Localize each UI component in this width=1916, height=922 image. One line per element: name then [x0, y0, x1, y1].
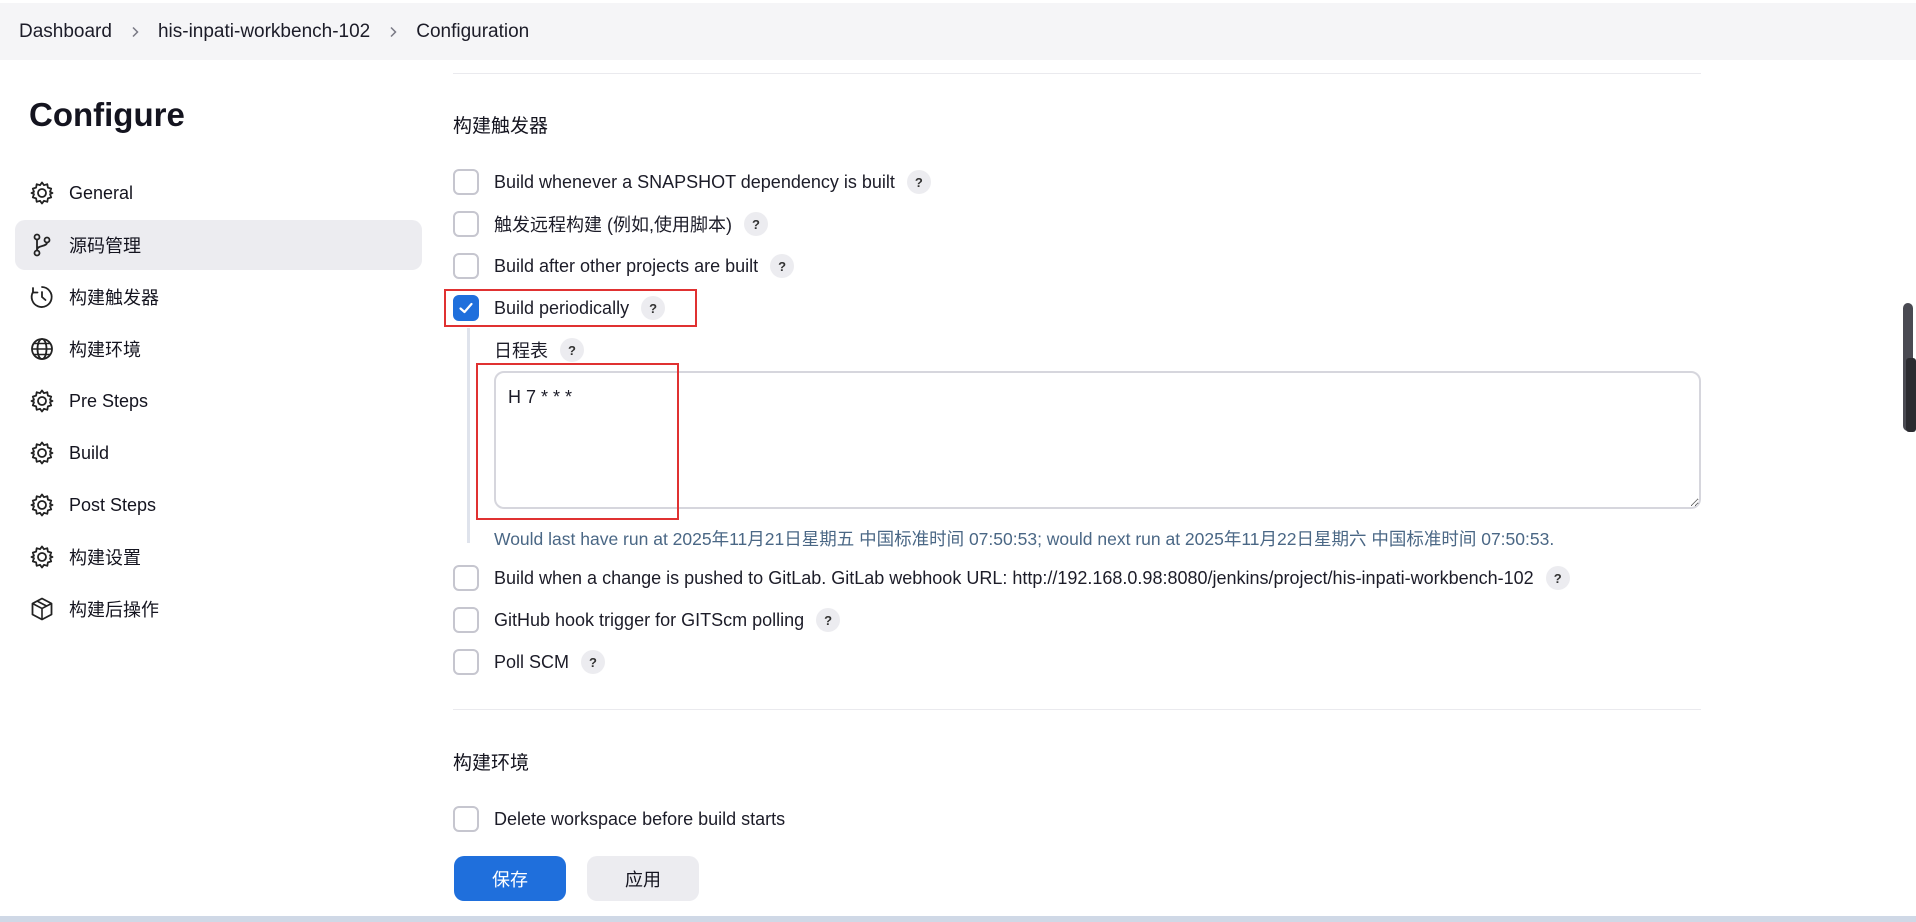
- gear-icon: [29, 180, 55, 206]
- sidebar-item-post-build[interactable]: 构建后操作: [15, 584, 422, 634]
- env-delete-workspace: Delete workspace before build starts: [453, 806, 785, 832]
- trigger-poll-scm: Poll SCM ?: [453, 649, 606, 675]
- option-label: GitHub hook trigger for GITScm polling: [494, 609, 805, 630]
- sidebar-item-label: Build: [69, 442, 110, 463]
- section-divider: [453, 73, 1701, 74]
- help-icon[interactable]: ?: [1545, 566, 1570, 590]
- trigger-gitlab-push: Build when a change is pushed to GitLab.…: [453, 565, 1570, 591]
- sidebar-item-label: 构建设置: [69, 548, 141, 568]
- sidebar-item-post-steps[interactable]: Post Steps: [15, 480, 422, 530]
- sidebar-item-scm[interactable]: 源码管理: [15, 220, 422, 270]
- save-button[interactable]: 保存: [454, 856, 566, 901]
- checkbox-snapshot-dependency[interactable]: [453, 169, 479, 195]
- help-icon[interactable]: ?: [744, 212, 768, 236]
- sidebar-nav: General 源码管理 构建触发器 构建环境 Pre Steps Build: [15, 168, 422, 636]
- sidebar-item-label: Post Steps: [69, 494, 157, 515]
- annotation-highlight-box: [444, 289, 697, 327]
- section-divider: [453, 709, 1701, 710]
- help-icon[interactable]: ?: [906, 170, 931, 194]
- branch-icon: [29, 232, 55, 258]
- help-icon[interactable]: ?: [560, 338, 584, 362]
- option-label: 触发远程构建 (例如,使用脚本): [494, 215, 732, 235]
- sidebar-item-label: Pre Steps: [69, 390, 149, 411]
- sidebar-item-label: 构建触发器: [69, 288, 159, 308]
- gear-icon: [29, 544, 55, 570]
- schedule-label: 日程表 ?: [494, 337, 584, 363]
- section-title-environment: 构建环境: [453, 753, 530, 774]
- checkbox-poll-scm[interactable]: [453, 649, 479, 675]
- trigger-snapshot-dependency: Build whenever a SNAPSHOT dependency is …: [453, 169, 931, 195]
- checkbox-delete-workspace[interactable]: [453, 806, 479, 832]
- globe-icon: [29, 336, 55, 362]
- checkbox-after-other-projects[interactable]: [453, 253, 479, 279]
- option-label: Build whenever a SNAPSHOT dependency is …: [494, 171, 895, 192]
- help-icon[interactable]: ?: [816, 608, 841, 632]
- schedule-hint: Would last have run at 2025年11月21日星期五 中国…: [494, 529, 1555, 549]
- checkbox-remote-build[interactable]: [453, 211, 479, 237]
- apply-button[interactable]: 应用: [587, 856, 699, 901]
- gear-icon: [29, 388, 55, 414]
- sidebar-item-triggers[interactable]: 构建触发器: [15, 272, 422, 322]
- clock-icon: [29, 284, 55, 310]
- option-label: Build after other projects are built: [494, 255, 759, 276]
- sidebar-item-pre-steps[interactable]: Pre Steps: [15, 376, 422, 426]
- sidebar-item-environment[interactable]: 构建环境: [15, 324, 422, 374]
- schedule-indent-bar: [467, 328, 470, 543]
- sidebar-item-label: 构建后操作: [69, 600, 159, 620]
- breadcrumb: Dashboard his-inpati-workbench-102 Confi…: [0, 3, 1916, 60]
- page-title: Configure: [29, 96, 185, 133]
- breadcrumb-configuration[interactable]: Configuration: [416, 21, 529, 43]
- gear-icon: [29, 492, 55, 518]
- sidebar-item-label: 构建环境: [69, 340, 141, 360]
- scrollbar-indicator: [1906, 358, 1916, 432]
- chevron-right-icon: [387, 26, 399, 38]
- sidebar-item-general[interactable]: General: [15, 168, 422, 218]
- option-label: Build when a change is pushed to GitLab.…: [494, 567, 1534, 588]
- option-label: Poll SCM: [494, 651, 570, 672]
- scrollbar-track[interactable]: [1900, 60, 1916, 916]
- trigger-after-other-projects: Build after other projects are built ?: [453, 253, 795, 279]
- sidebar-item-build[interactable]: Build: [15, 428, 422, 478]
- breadcrumb-dashboard[interactable]: Dashboard: [19, 21, 112, 43]
- option-label: Delete workspace before build starts: [494, 808, 786, 829]
- chevron-right-icon: [129, 26, 141, 38]
- sidebar-item-build-settings[interactable]: 构建设置: [15, 532, 422, 582]
- section-title-triggers: 构建触发器: [453, 116, 549, 137]
- trigger-github-hook: GitHub hook trigger for GITScm polling ?: [453, 607, 841, 633]
- sidebar-item-label: General: [69, 182, 134, 203]
- trigger-remote-build: 触发远程构建 (例如,使用脚本) ?: [453, 211, 768, 237]
- sidebar-item-label: 源码管理: [69, 236, 141, 256]
- checkbox-gitlab-push[interactable]: [453, 565, 479, 591]
- breadcrumb-project[interactable]: his-inpati-workbench-102: [158, 21, 370, 43]
- package-icon: [29, 596, 55, 622]
- annotation-highlight-box: [476, 363, 679, 520]
- checkbox-github-hook[interactable]: [453, 607, 479, 633]
- help-icon[interactable]: ?: [581, 650, 606, 674]
- action-bar: [0, 838, 1916, 918]
- help-icon[interactable]: ?: [770, 254, 795, 278]
- gear-icon: [29, 440, 55, 466]
- window-bottom-edge: [0, 916, 1916, 922]
- schedule-label-text: 日程表: [494, 341, 548, 361]
